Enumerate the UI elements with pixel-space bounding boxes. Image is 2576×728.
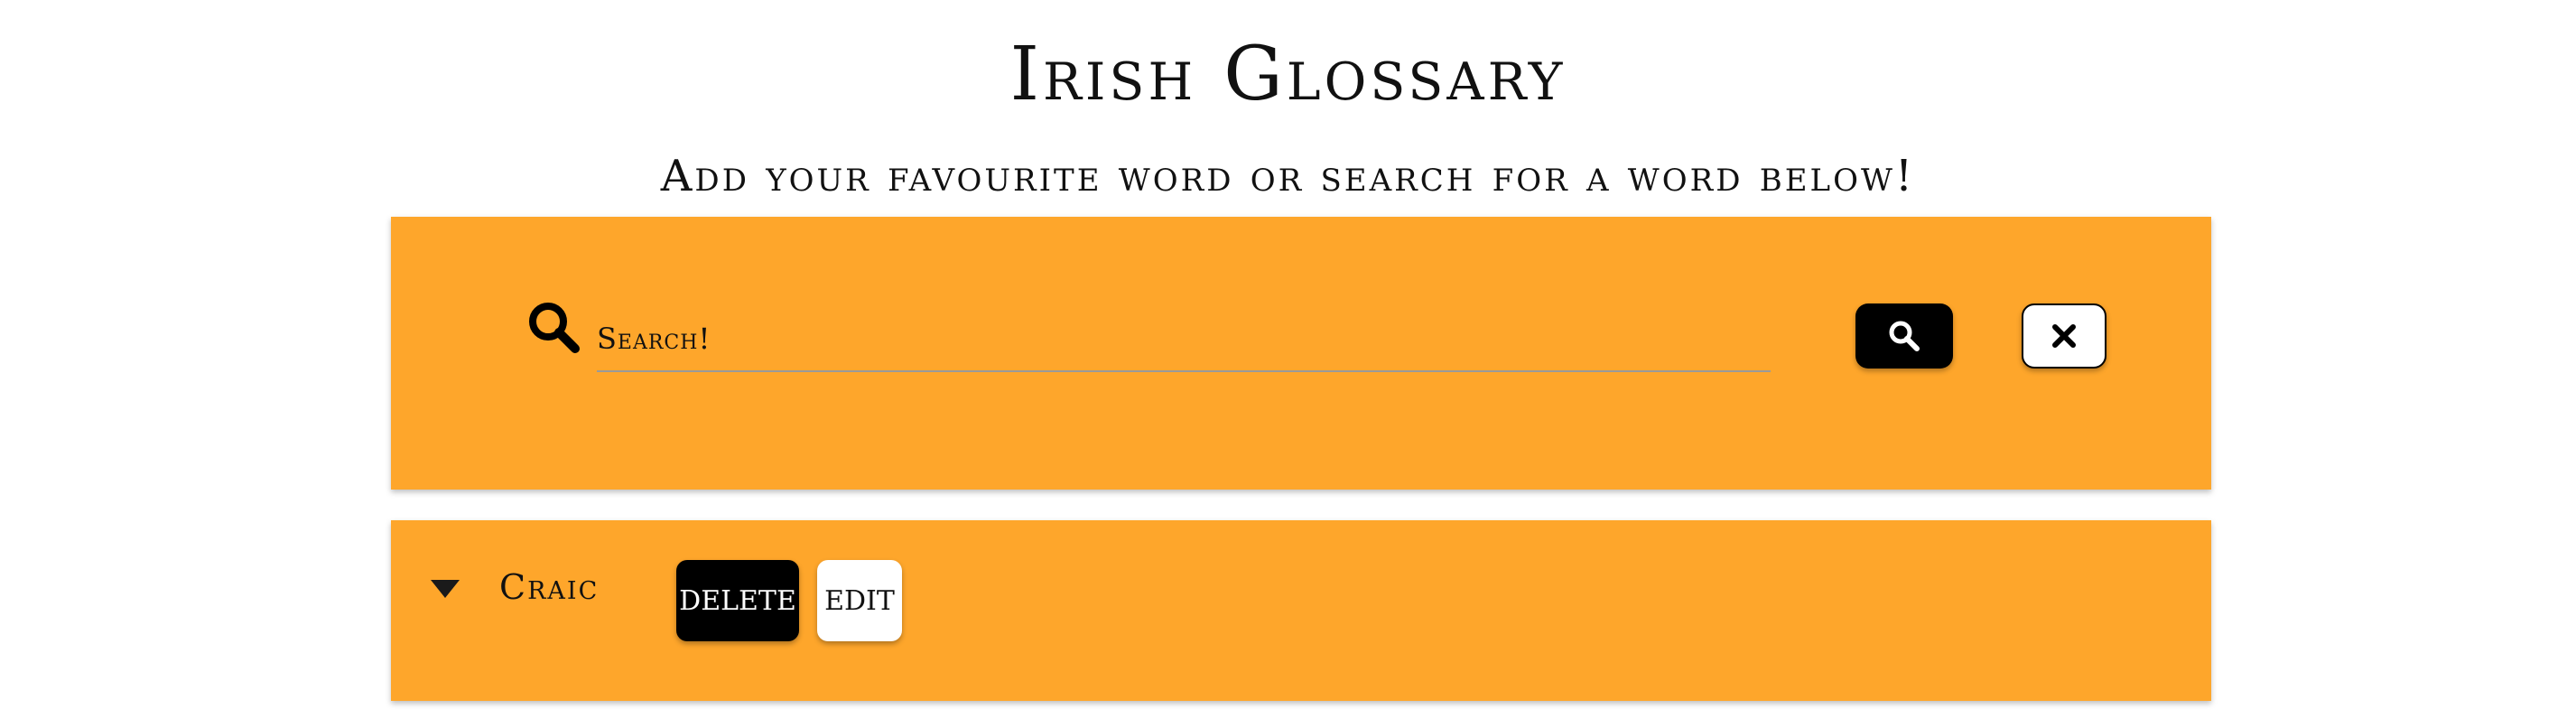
page-title: Irish Glossary — [1009, 32, 1567, 117]
search-icon — [1889, 321, 1920, 351]
caret-down-icon[interactable] — [431, 580, 460, 600]
word-term[interactable]: Craic — [499, 560, 599, 614]
search-button[interactable] — [1855, 303, 1953, 369]
page-subtitle: Add your favourite word or search for a … — [660, 151, 1916, 201]
search-card — [391, 217, 2211, 490]
edit-button[interactable]: EDIT — [817, 560, 902, 641]
clear-search-button[interactable] — [2022, 303, 2106, 369]
delete-button[interactable]: DELETE — [676, 560, 799, 641]
search-input[interactable] — [597, 307, 1771, 372]
search-icon — [529, 303, 580, 353]
close-icon — [2052, 324, 2076, 348]
word-card: Craic DELETE EDIT — [391, 520, 2211, 701]
